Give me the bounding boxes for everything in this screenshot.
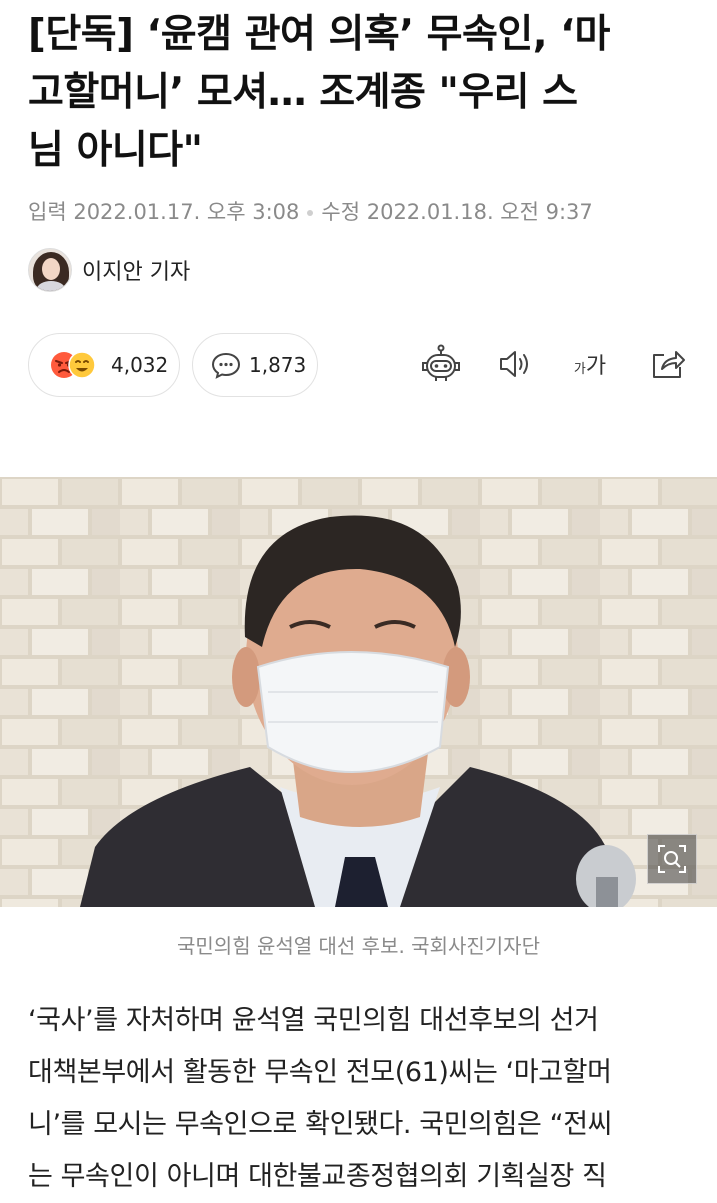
font-size-icon: 가가 <box>573 354 607 379</box>
reaction-count: 4,032 <box>111 353 169 377</box>
article-photo[interactable] <box>0 477 717 907</box>
reaction-button[interactable]: 4,032 <box>28 333 180 397</box>
body-line: ‘국사’를 자처하며 윤석열 국민의힘 대선후보의 선거 <box>28 1005 599 1036</box>
comment-button[interactable]: 1,873 <box>192 333 318 397</box>
photo-caption: 국민의힘 윤석열 대선 후보. 국회사진기자단 <box>177 934 540 958</box>
modified-label: 수정 <box>321 200 361 224</box>
reporter-byline[interactable]: 이지안 기자 <box>28 247 190 293</box>
body-line: 니’를 모시는 무속인으로 확인됐다. 국민의힘은 “전씨 <box>28 1109 613 1140</box>
read-aloud-button[interactable] <box>490 338 542 390</box>
headline-line: [단독] ‘윤캠 관여 의혹’ 무속인, ‘마 <box>28 12 610 57</box>
zoom-icon <box>658 845 686 873</box>
speech-bubble-icon <box>211 352 241 379</box>
headline-line: 님 아니다" <box>28 128 203 173</box>
body-line: 는 무속인이 아니며 대한불교종정협의회 기획실장 직 <box>28 1161 607 1192</box>
font-size-button[interactable]: 가가 <box>564 338 616 390</box>
input-datetime: 2022.01.17. 오후 3:08 <box>73 200 300 224</box>
reporter-avatar[interactable] <box>28 248 72 292</box>
headline-line: 고할머니’ 모셔… 조계종 "우리 스 <box>28 70 578 115</box>
candidate-photo-image <box>0 477 717 907</box>
photo-zoom-button[interactable] <box>647 834 697 884</box>
article-dates: 입력 2022.01.17. 오후 3:08 수정 2022.01.18. 오전 … <box>28 196 593 226</box>
article-body: ‘국사’를 자처하며 윤석열 국민의힘 대선후보의 선거 대책본부에서 활동한 … <box>28 995 698 1203</box>
reporter-name[interactable]: 이지안 기자 <box>82 254 190 286</box>
summary-button[interactable] <box>415 338 467 390</box>
dot-separator <box>307 210 314 216</box>
input-label: 입력 <box>28 200 67 224</box>
modified-datetime: 2022.01.18. 오전 9:37 <box>366 200 593 224</box>
comment-count: 1,873 <box>249 353 307 377</box>
reaction-emoji-icon <box>51 351 96 379</box>
share-button[interactable] <box>642 338 694 390</box>
share-icon <box>653 351 685 378</box>
body-line: 대책본부에서 활동한 무속인 전모(61)씨는 ‘마고할머 <box>28 1057 612 1088</box>
robot-summary-icon <box>422 344 460 381</box>
article-headline: [단독] ‘윤캠 관여 의혹’ 무속인, ‘마 고할머니’ 모셔… 조계종 "우… <box>28 6 700 180</box>
speaker-icon <box>500 351 528 377</box>
